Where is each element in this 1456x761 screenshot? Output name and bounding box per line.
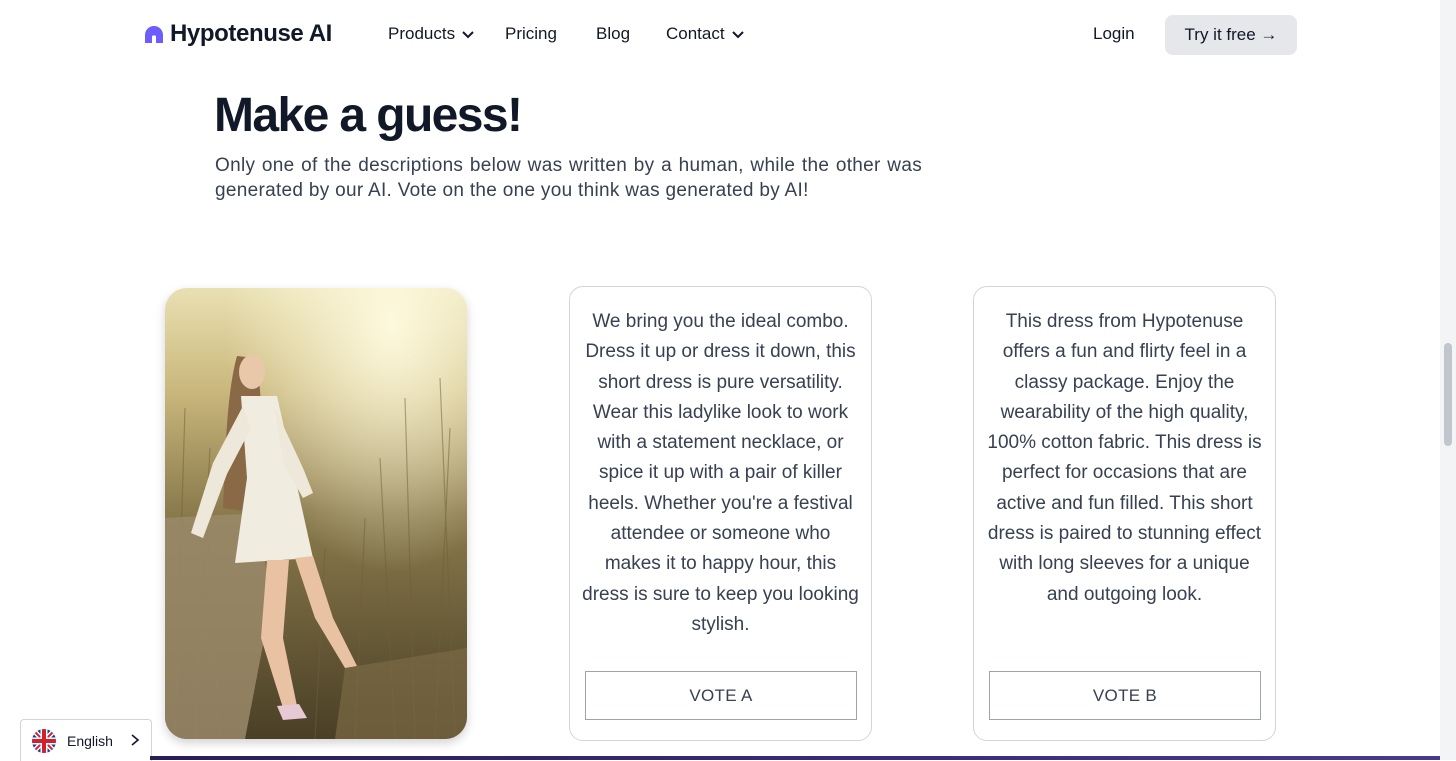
nav-blog[interactable]: Blog [596, 24, 630, 44]
top-navigation: Hypotenuse AI Products Pricing Blog Cont… [0, 0, 1440, 70]
nav-pricing-label: Pricing [505, 24, 557, 43]
nav-contact[interactable]: Contact [666, 24, 745, 44]
description-card-a: We bring you the ideal combo. Dress it u… [569, 286, 872, 741]
nav-pricing[interactable]: Pricing [505, 24, 557, 44]
vote-a-button[interactable]: VOTE A [585, 671, 857, 720]
product-photo [165, 288, 467, 739]
login-link[interactable]: Login [1093, 24, 1135, 44]
woman-in-dress-image [165, 288, 467, 739]
page-title: Make a guess! [214, 89, 523, 142]
brand-name: Hypotenuse AI [170, 20, 332, 47]
nav-contact-label: Contact [666, 24, 725, 43]
footer-edge [150, 756, 1440, 760]
language-label: English [67, 732, 113, 749]
description-text-b: This dress from Hypotenuse offers a fun … [987, 311, 1262, 605]
nav-blog-label: Blog [596, 24, 631, 43]
page-subtitle: Only one of the descriptions below was w… [215, 155, 922, 201]
uk-flag-icon [32, 728, 56, 753]
scrollbar-thumb[interactable] [1444, 343, 1452, 446]
brand-logo[interactable]: Hypotenuse AI [143, 20, 332, 48]
nav-products-label: Products [388, 24, 456, 43]
language-selector[interactable]: English [20, 719, 152, 761]
chevron-down-icon [731, 31, 744, 39]
try-it-free-button[interactable]: Try it free → [1165, 15, 1297, 55]
logo-icon [145, 26, 163, 43]
description-card-b: This dress from Hypotenuse offers a fun … [973, 286, 1276, 741]
chevron-down-icon [462, 31, 474, 39]
nav-products[interactable]: Products [388, 24, 475, 44]
chevron-right-icon [131, 734, 140, 746]
description-text-a: We bring you the ideal combo. Dress it u… [582, 311, 859, 635]
vote-b-button[interactable]: VOTE B [989, 671, 1261, 720]
